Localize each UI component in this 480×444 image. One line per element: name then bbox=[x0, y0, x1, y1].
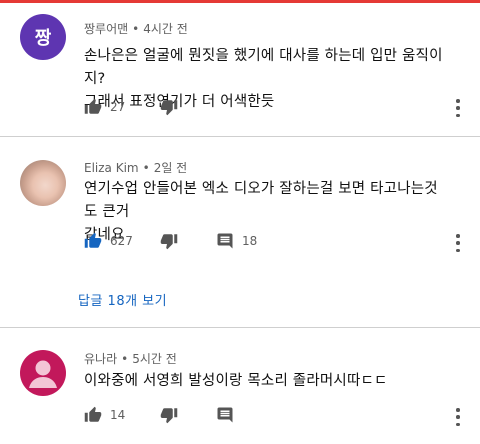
more-options-button[interactable] bbox=[455, 234, 461, 252]
view-replies-link[interactable]: 답글 18개 보기 bbox=[78, 290, 167, 309]
comment-time[interactable]: 5시간 전 bbox=[132, 352, 177, 366]
comment-item: 짱 짱루어맨 • 4시간 전 손나은은 얼굴에 뭔짓을 했기에 대사를 하는데 입만… bbox=[0, 8, 480, 130]
comment-author[interactable]: 유나라 bbox=[84, 352, 117, 366]
avatar[interactable]: 짱 bbox=[20, 14, 66, 60]
top-accent-line bbox=[0, 0, 480, 3]
avatar[interactable] bbox=[20, 160, 66, 206]
meta-separator: • bbox=[121, 352, 129, 366]
comment-meta: 유나라 • 5시간 전 bbox=[84, 350, 177, 367]
dislike-button[interactable] bbox=[160, 96, 178, 118]
comment-icon bbox=[217, 233, 233, 249]
like-button[interactable]: 27 bbox=[84, 96, 125, 118]
comment-actions: 627 18 bbox=[84, 230, 344, 252]
like-count: 14 bbox=[110, 408, 126, 422]
avatar-letter: 짱 bbox=[34, 28, 52, 49]
comment-actions: 14 bbox=[84, 404, 344, 426]
thumbs-down-icon bbox=[160, 100, 178, 116]
thumbs-down-icon bbox=[160, 234, 178, 250]
thumbs-up-icon bbox=[84, 406, 102, 422]
reply-button[interactable] bbox=[216, 404, 234, 426]
comment-author[interactable]: 짱루어맨 bbox=[84, 22, 128, 36]
comment-text-line: 손나은은 얼굴에 뭔짓을 했기에 대사를 하는데 입만 움직이지? bbox=[84, 48, 443, 87]
comment-text-line: 이와중에 서영희 발성이랑 목소리 졸라머시따ㄷㄷ bbox=[84, 373, 388, 389]
divider bbox=[0, 327, 480, 328]
comment-item: Eliza Kim • 2일 전 연기수업 안들어본 엑소 디오가 잘하는걸 보면 … bbox=[0, 148, 480, 318]
reply-button[interactable]: 18 bbox=[216, 230, 257, 252]
dislike-button[interactable] bbox=[160, 230, 178, 252]
meta-separator: • bbox=[142, 161, 150, 175]
like-count: 627 bbox=[110, 234, 133, 248]
default-user-icon bbox=[29, 360, 57, 388]
like-count: 27 bbox=[110, 100, 126, 114]
more-options-button[interactable] bbox=[455, 99, 461, 117]
comment-meta: 짱루어맨 • 4시간 전 bbox=[84, 20, 188, 37]
like-button[interactable]: 627 bbox=[84, 230, 133, 252]
comment-actions: 27 bbox=[84, 96, 344, 118]
comment-icon bbox=[217, 407, 233, 423]
dislike-button[interactable] bbox=[160, 404, 178, 426]
like-button[interactable]: 14 bbox=[84, 404, 125, 426]
thumbs-up-icon bbox=[84, 232, 102, 248]
divider bbox=[0, 136, 480, 137]
comment-text: 이와중에 서영희 발성이랑 목소리 졸라머시따ㄷㄷ bbox=[84, 370, 446, 393]
meta-separator: • bbox=[132, 22, 140, 36]
comment-time[interactable]: 4시간 전 bbox=[143, 22, 188, 36]
reply-count: 18 bbox=[242, 234, 258, 248]
avatar[interactable] bbox=[20, 350, 66, 396]
comment-meta: Eliza Kim • 2일 전 bbox=[84, 159, 187, 176]
comment-text-line: 연기수업 안들어본 엑소 디오가 잘하는걸 보면 타고나는것도 큰거 bbox=[84, 181, 438, 220]
comment-item: 유나라 • 5시간 전 이와중에 서영희 발성이랑 목소리 졸라머시따ㄷㄷ 14 bbox=[0, 340, 480, 444]
thumbs-up-icon bbox=[84, 98, 102, 114]
thumbs-down-icon bbox=[160, 408, 178, 424]
comment-author[interactable]: Eliza Kim bbox=[84, 161, 139, 175]
more-options-button[interactable] bbox=[455, 408, 461, 426]
comment-time[interactable]: 2일 전 bbox=[154, 161, 188, 175]
